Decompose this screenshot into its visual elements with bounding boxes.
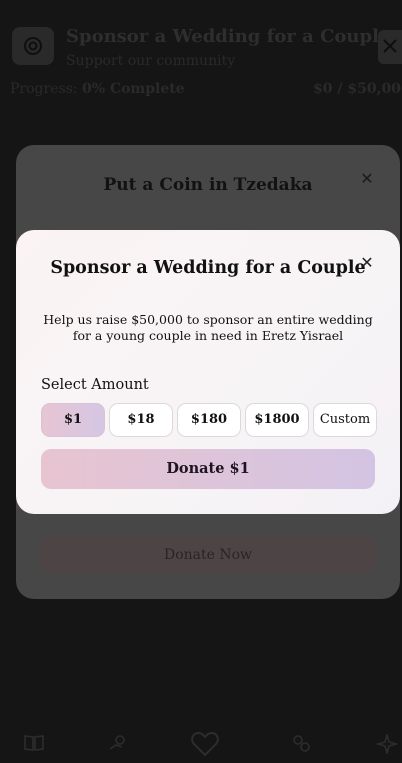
campaign-title: Sponsor a Wedding for a Couple [66, 26, 391, 47]
amount-option-1800[interactable]: $1800 [245, 403, 309, 437]
close-icon[interactable]: ✕ [359, 171, 375, 187]
heart-icon[interactable] [191, 731, 219, 757]
amount-option-180[interactable]: $180 [177, 403, 241, 437]
amount-option-custom[interactable]: Custom [313, 403, 377, 437]
share-icon[interactable] [378, 30, 402, 64]
donation-modal-title: Sponsor a Wedding for a Couple [50, 258, 366, 278]
donate-button[interactable]: Donate $1 [41, 449, 375, 489]
people-icon[interactable] [290, 734, 312, 754]
sparkle-icon[interactable] [376, 734, 398, 754]
donate-now-button[interactable]: Donate Now [40, 536, 376, 574]
page-header: Sponsor a Wedding for a Couple Support o… [0, 0, 402, 110]
badge-icon [12, 27, 54, 65]
amount-option-18[interactable]: $18 [109, 403, 173, 437]
hand-coin-icon[interactable] [108, 734, 128, 752]
amount-option-1[interactable]: $1 [41, 403, 105, 437]
progress-text: Progress: 0% Complete [10, 81, 185, 97]
amount-options: $1 $18 $180 $1800 Custom [41, 403, 377, 437]
bottom-nav [0, 722, 402, 763]
progress-label: Progress: [10, 81, 78, 97]
donation-modal: Sponsor a Wedding for a Couple ✕ Help us… [16, 230, 400, 514]
book-icon[interactable] [24, 734, 44, 752]
progress-value: 0% Complete [82, 81, 185, 97]
donation-description: Help us raise $50,000 to sponsor an enti… [43, 312, 373, 343]
goal-amount: $0 / $50,000 [313, 81, 402, 97]
campaign-subtitle: Support our community [66, 53, 236, 69]
select-amount-label: Select Amount [41, 377, 149, 393]
tzedaka-modal-title: Put a Coin in Tzedaka [103, 175, 313, 195]
close-icon[interactable]: ✕ [359, 255, 375, 271]
